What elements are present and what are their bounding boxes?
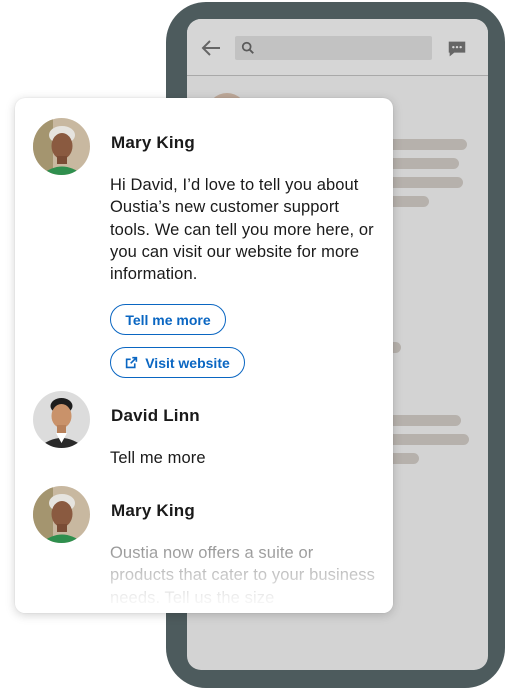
sender-name: Mary King (111, 501, 195, 520)
placeholder-line (387, 196, 429, 207)
placeholder-line (387, 158, 459, 169)
back-arrow-icon[interactable] (199, 36, 223, 60)
phone-header (187, 19, 488, 76)
message-thread-card: Mary King Hi David, I’d love to tell you… (15, 98, 393, 613)
message-text: Hi David, I’d love to tell you about Ous… (110, 176, 374, 284)
search-icon (241, 41, 254, 54)
visit-website-button[interactable]: Visit website (110, 347, 245, 378)
search-input[interactable] (235, 36, 432, 60)
tell-me-more-button[interactable]: Tell me more (110, 304, 226, 335)
placeholder-line (387, 434, 469, 445)
sender-name: Mary King (111, 133, 195, 152)
placeholder-line (387, 177, 463, 188)
message-text: Tell me more (110, 449, 206, 467)
mary-king-avatar (33, 118, 90, 175)
button-label: Visit website (145, 354, 230, 371)
external-link-icon (126, 356, 138, 369)
messaging-icon[interactable] (446, 38, 468, 60)
button-label: Tell me more (125, 311, 211, 328)
placeholder-line (387, 139, 467, 150)
placeholder-line (387, 415, 461, 426)
mary-king-avatar (33, 486, 90, 543)
david-linn-avatar (33, 391, 90, 448)
sender-name: David Linn (111, 406, 200, 425)
message-text: Oustia now offers a suite or products th… (110, 544, 375, 607)
